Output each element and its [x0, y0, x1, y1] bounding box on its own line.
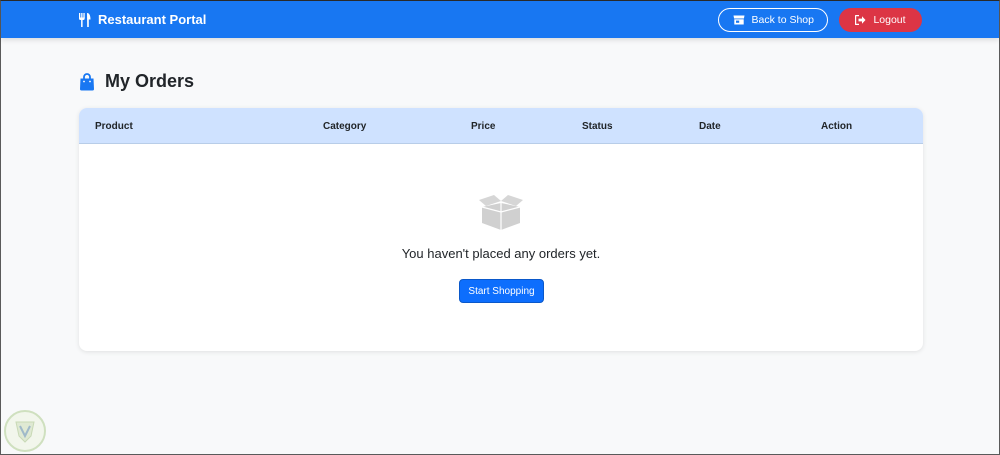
app-window: Restaurant Portal Back to Shop Logout My…	[0, 0, 1000, 455]
shopping-bag-icon	[80, 72, 94, 90]
column-header-date: Date	[699, 120, 721, 132]
back-to-shop-button[interactable]: Back to Shop	[717, 7, 828, 32]
brand-link[interactable]: Restaurant Portal	[78, 12, 206, 27]
sign-out-icon	[855, 14, 866, 25]
logout-label: Logout	[873, 13, 906, 26]
column-header-category: Category	[323, 120, 367, 132]
column-header-price: Price	[471, 120, 496, 132]
brand-name: Restaurant Portal	[98, 12, 207, 27]
column-header-action: Action	[821, 120, 853, 132]
column-header-status: Status	[582, 120, 613, 132]
shield-logo-icon	[4, 410, 46, 452]
page-heading: My Orders	[79, 71, 194, 92]
table-header: Product Category Price Status Date Actio…	[79, 108, 923, 144]
open-box-icon	[479, 195, 523, 230]
nav-actions: Back to Shop Logout	[717, 7, 922, 32]
back-to-shop-label: Back to Shop	[751, 13, 814, 26]
empty-message: You haven't placed any orders yet.	[401, 246, 601, 261]
store-icon	[733, 15, 745, 24]
page-title: My Orders	[105, 71, 195, 91]
orders-table: Product Category Price Status Date Actio…	[79, 108, 923, 351]
empty-state: You haven't placed any orders yet. Start…	[79, 144, 923, 351]
logout-button[interactable]: Logout	[839, 7, 922, 32]
column-header-product: Product	[95, 120, 133, 132]
navbar: Restaurant Portal Back to Shop Logout	[1, 1, 999, 38]
start-shopping-button[interactable]: Start Shopping	[459, 279, 544, 303]
utensils-icon	[79, 12, 91, 27]
